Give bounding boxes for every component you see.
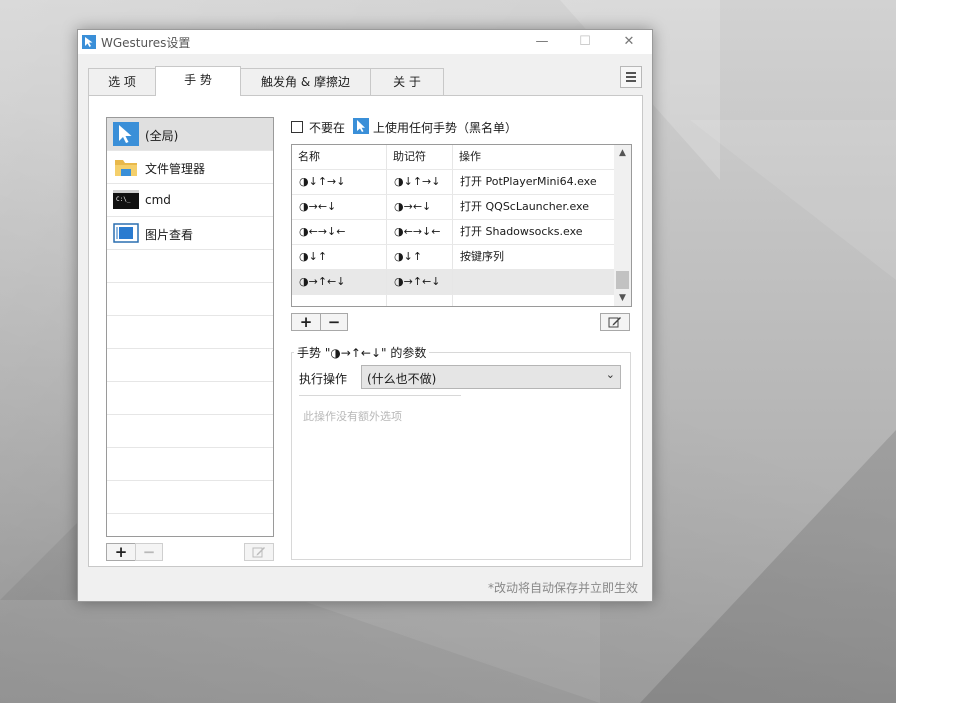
app-item-label: 图片查看 <box>145 228 194 242</box>
gesture-mnemonic: ◑→←↓ <box>387 195 453 219</box>
gesture-mnemonic: ◑→↑←↓ <box>387 270 453 294</box>
svg-text:C:\_: C:\_ <box>116 196 131 203</box>
maximize-button[interactable]: ☐ <box>565 30 605 54</box>
edit-gesture-button[interactable] <box>600 313 630 331</box>
table-row-selected[interactable]: ◑→↑←↓ ◑→↑←↓ <box>292 269 615 294</box>
empty-row <box>107 481 273 514</box>
app-item-global[interactable]: (全局) <box>107 118 273 151</box>
add-app-button[interactable]: + <box>106 543 136 561</box>
gesture-mnemonic: ◑←→↓← <box>387 220 453 244</box>
table-row[interactable]: ◑↓↑→↓ ◑↓↑→↓ 打开 PotPlayerMini64.exe <box>292 169 615 194</box>
window-title: WGestures设置 <box>101 36 191 50</box>
column-header-action[interactable]: 操作 <box>453 145 615 169</box>
empty-row <box>107 283 273 316</box>
remove-app-button[interactable]: − <box>135 543 163 561</box>
settings-window: WGestures设置 — ☐ ✕ 选 项 手 势 触发角 & 摩擦边 关 于 … <box>77 29 653 602</box>
scroll-thumb[interactable] <box>616 271 629 289</box>
gesture-table[interactable]: 名称 助记符 操作 ◑↓↑→↓ ◑↓↑→↓ 打开 PotPlayerMini64… <box>291 144 632 307</box>
empty-row <box>107 250 273 283</box>
gesture-name: ◑→↑←↓ <box>292 270 387 294</box>
app-list[interactable]: (全局) 文件管理器 C:\_ cmd 图片查看 <box>106 117 274 537</box>
tab-about[interactable]: 关 于 <box>370 68 444 95</box>
gesture-mnemonic: ◑↓↑ <box>387 245 453 269</box>
column-header-mnemonic[interactable]: 助记符 <box>387 145 453 169</box>
minimize-button[interactable]: — <box>522 30 562 54</box>
gesture-action <box>453 270 615 294</box>
menu-icon[interactable] <box>620 66 642 88</box>
app-item-file-manager[interactable]: 文件管理器 <box>107 151 273 184</box>
blacklist-suffix: 上使用任何手势（黑名单） <box>373 121 518 135</box>
empty-row <box>107 448 273 481</box>
blacklist-prefix: 不要在 <box>309 121 346 135</box>
action-select-value: (什么也不做) <box>367 372 437 386</box>
remove-gesture-button[interactable]: − <box>320 313 348 331</box>
no-options-hint: 此操作没有额外选项 <box>303 410 402 423</box>
empty-row <box>107 382 273 415</box>
empty-row <box>107 349 273 382</box>
gesture-mnemonic: ◑↓↑→↓ <box>387 170 453 194</box>
chevron-down-icon: ⌄ <box>605 368 615 381</box>
add-gesture-button[interactable]: + <box>291 313 321 331</box>
tab-hot-corners[interactable]: 触发角 & 摩擦边 <box>240 68 371 95</box>
edit-icon <box>608 317 621 328</box>
table-scrollbar[interactable]: ▲ ▼ <box>614 145 631 306</box>
cursor-icon <box>113 122 139 146</box>
autosave-note: *改动将自动保存并立即生效 <box>488 581 639 595</box>
app-item-image-viewer[interactable]: 图片查看 <box>107 217 273 250</box>
app-logo-icon <box>82 35 96 49</box>
empty-row <box>107 415 273 448</box>
edit-icon <box>252 547 265 558</box>
empty-row <box>107 514 273 536</box>
blacklist-checkbox[interactable] <box>291 121 303 133</box>
tab-options[interactable]: 选 项 <box>88 68 156 95</box>
gesture-action: 打开 PotPlayerMini64.exe <box>453 170 615 194</box>
gesture-name: ◑←→↓← <box>292 220 387 244</box>
terminal-icon: C:\_ <box>113 190 139 209</box>
scroll-up-icon[interactable]: ▲ <box>614 145 631 161</box>
empty-row <box>107 316 273 349</box>
divider <box>299 395 461 396</box>
edit-app-button[interactable] <box>244 543 274 561</box>
scroll-down-icon[interactable]: ▼ <box>614 290 631 306</box>
app-item-label: 文件管理器 <box>145 162 206 176</box>
app-item-cmd[interactable]: C:\_ cmd <box>107 184 273 217</box>
action-label: 执行操作 <box>299 372 348 386</box>
params-title: 手势 "◑→↑←↓" 的参数 <box>294 344 430 361</box>
table-row[interactable]: ◑→←↓ ◑→←↓ 打开 QQScLauncher.exe <box>292 194 615 219</box>
column-header-name[interactable]: 名称 <box>292 145 387 169</box>
gesture-action: 打开 Shadowsocks.exe <box>453 220 615 244</box>
gesture-action: 按键序列 <box>453 245 615 269</box>
title-bar[interactable]: WGestures设置 — ☐ ✕ <box>78 30 652 54</box>
gesture-name: ◑↓↑ <box>292 245 387 269</box>
gestures-panel: (全局) 文件管理器 C:\_ cmd 图片查看 + − 不要在 上使用任何手势… <box>88 95 643 567</box>
gesture-action: 打开 QQScLauncher.exe <box>453 195 615 219</box>
table-row <box>292 294 615 306</box>
folder-icon <box>115 160 137 176</box>
gesture-name: ◑→←↓ <box>292 195 387 219</box>
app-item-label: (全局) <box>145 129 179 143</box>
tab-gestures[interactable]: 手 势 <box>155 66 241 96</box>
table-row[interactable]: ◑↓↑ ◑↓↑ 按键序列 <box>292 244 615 269</box>
gesture-name: ◑↓↑→↓ <box>292 170 387 194</box>
table-row[interactable]: ◑←→↓← ◑←→↓← 打开 Shadowsocks.exe <box>292 219 615 244</box>
app-item-label: cmd <box>145 193 171 207</box>
cursor-icon[interactable] <box>353 118 369 134</box>
close-button[interactable]: ✕ <box>609 30 649 54</box>
image-viewer-icon <box>113 223 139 243</box>
action-select[interactable]: (什么也不做) ⌄ <box>361 365 621 389</box>
